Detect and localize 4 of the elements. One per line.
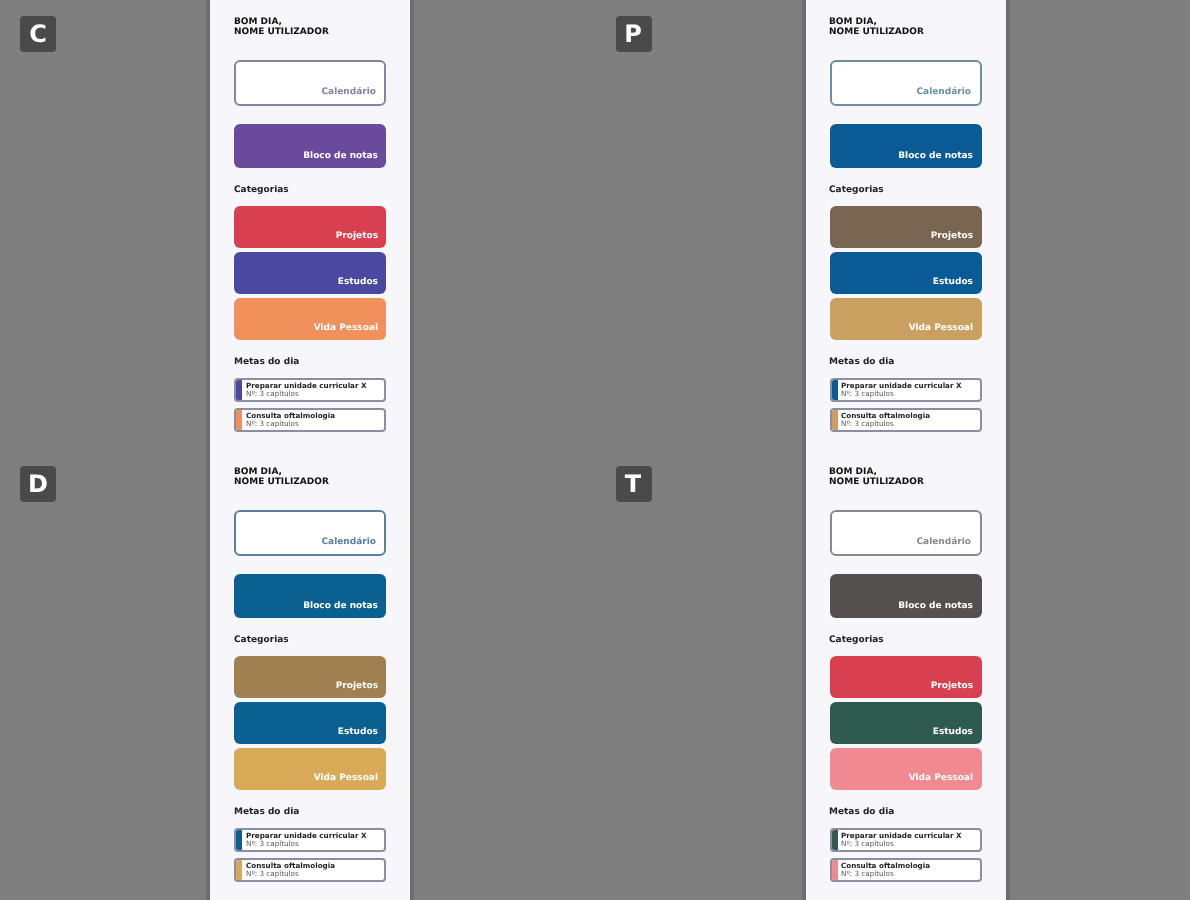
variant-letter-badge: P <box>615 16 651 52</box>
variant-letter-badge: T <box>615 466 651 502</box>
variant-letter-badge: D <box>20 466 56 502</box>
variant-letter-badge: C <box>20 16 56 52</box>
